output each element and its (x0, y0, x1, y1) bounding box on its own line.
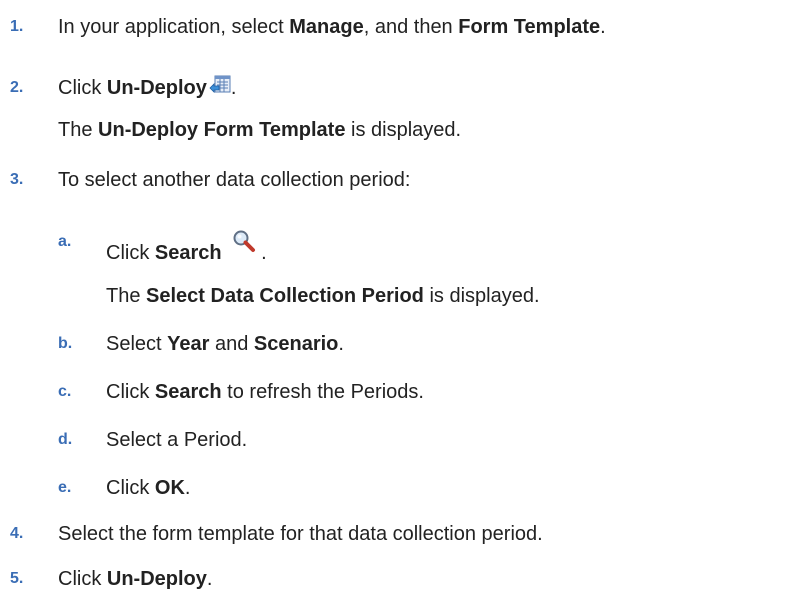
step-number: 2. (10, 79, 24, 96)
step-result-text: The Un-Deploy Form Template is displayed… (58, 119, 462, 141)
step-number: 5. (10, 570, 24, 587)
step-number: 3. (10, 171, 24, 188)
substep-letter: a. (58, 233, 72, 250)
substep-result-text: The Select Data Collection Period is dis… (106, 285, 540, 307)
step-text: In your application, select Manage, and … (58, 16, 606, 38)
substep-text: Click Search . (106, 229, 267, 266)
substep-letter: c. (58, 383, 72, 400)
step-text: Click Un-Deploy . (58, 75, 237, 99)
step-number: 1. (10, 18, 24, 35)
step-text: Select the form template for that data c… (58, 523, 543, 545)
step-text: To select another data collection period… (58, 169, 411, 191)
substep-text: Click Search to refresh the Periods. (106, 381, 424, 403)
substep-letter: e. (58, 479, 72, 496)
substep-text: Click OK. (106, 477, 191, 499)
search-icon (232, 229, 256, 253)
substep-letter: b. (58, 335, 73, 352)
substep-text: Select Year and Scenario. (106, 333, 344, 355)
step-text: Click Un-Deploy. (58, 568, 213, 590)
undeploy-form-icon (209, 75, 231, 95)
step-number: 4. (10, 525, 24, 542)
substep-text: Select a Period. (106, 429, 248, 451)
substep-letter: d. (58, 431, 73, 448)
instructions-document: 1. In your application, select Manage, a… (0, 0, 791, 594)
